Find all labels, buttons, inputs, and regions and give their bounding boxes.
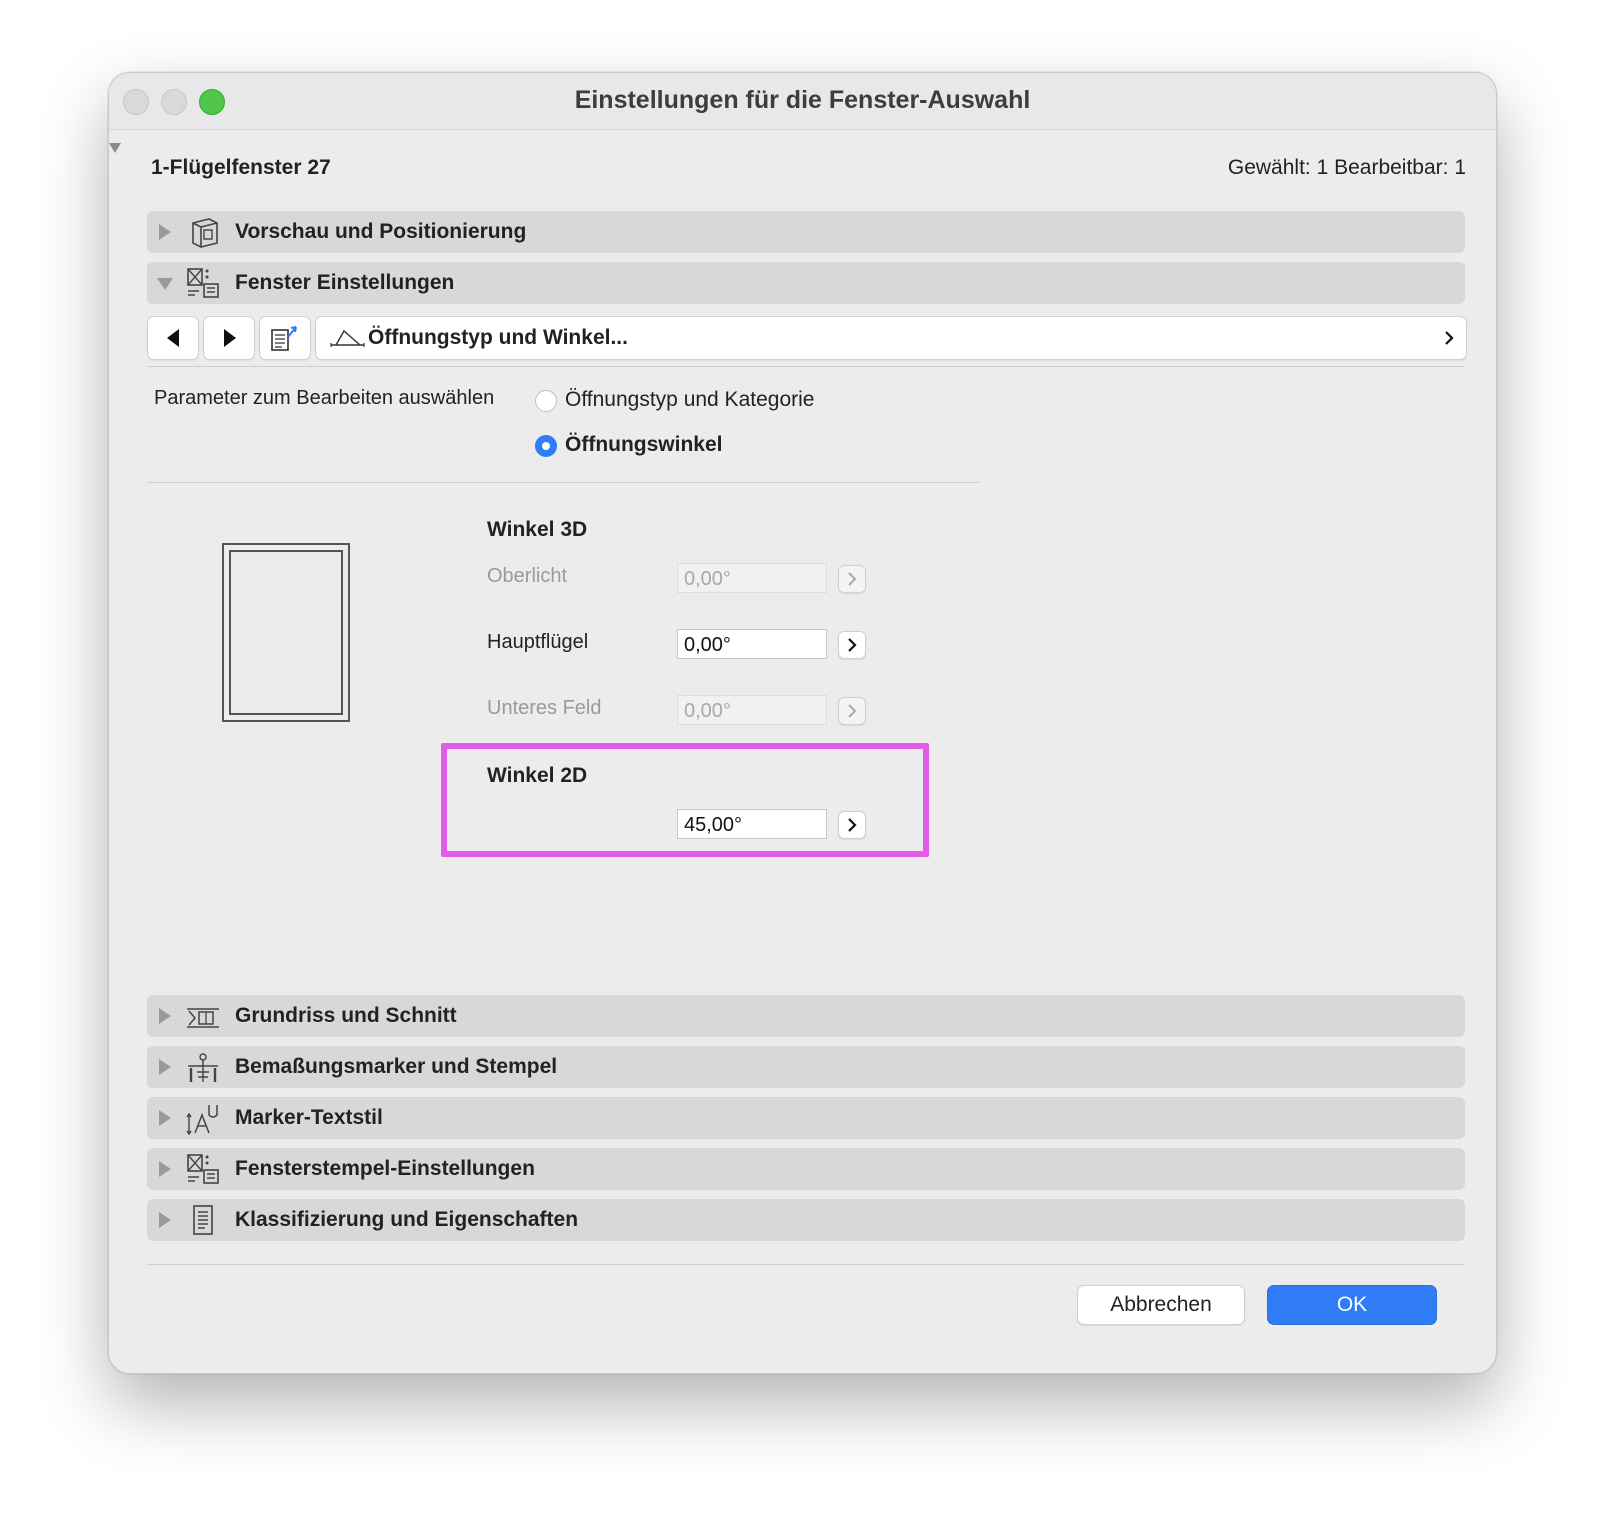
panel-label: Vorschau und Positionierung [235,220,527,243]
panel-dimension-markers[interactable]: Bemaßungsmarker und Stempel [147,1046,1465,1088]
page-list-button[interactable] [259,316,311,360]
previous-page-button[interactable] [147,316,199,360]
triangle-right-icon [224,329,236,347]
cancel-button[interactable]: Abbrechen [1077,1285,1245,1325]
triangle-left-icon [167,329,179,347]
chevron-right-icon [1445,331,1454,345]
dimension-marker-icon [188,1053,218,1082]
page-navigation: Öffnungstyp und Winkel... [147,316,1467,360]
disclosure-triangle-icon[interactable] [159,1008,171,1024]
disclosure-triangle-icon[interactable] [157,278,173,290]
settings-dialog: Einstellungen für die Fenster-Auswahl 1-… [108,72,1497,1374]
radio-opening-type-category[interactable] [535,390,557,412]
element-name: 1-Flügelfenster 27 [151,156,331,179]
angle-2d-button[interactable] [838,811,866,839]
text-style-icon [186,1105,218,1135]
panel-label: Klassifizierung und Eigenschaften [235,1208,579,1231]
field-label-main-sash: Hauptflügel [487,631,589,653]
radio-label-opening-type-category[interactable]: Öffnungstyp und Kategorie [565,388,814,412]
disclosure-triangle-icon[interactable] [159,1059,171,1075]
field-label-lower-panel: Unteres Feld [487,697,602,719]
panel-label: Grundriss und Schnitt [235,1004,457,1027]
divider [147,482,980,483]
panel-classification-properties[interactable]: Klassifizierung und Eigenschaften [147,1199,1465,1241]
ok-button[interactable]: OK [1267,1285,1437,1325]
chevron-right-icon [848,638,857,652]
panel-label: Fensterstempel-Einstellungen [235,1157,535,1180]
divider [147,1264,1465,1265]
chevron-right-icon [848,818,857,832]
panel-preview-positioning[interactable]: Vorschau und Positionierung [147,211,1465,253]
main-sash-angle-input[interactable]: 0,00° [677,629,827,659]
disclosure-triangle-icon[interactable] [159,1161,171,1177]
top-light-angle-input: 0,00° [677,563,827,593]
window-settings-icon [187,268,219,298]
divider [147,366,1465,367]
disclosure-triangle-icon[interactable] [159,224,171,240]
cube-preview-icon [192,218,218,248]
window-preview [222,543,350,722]
field-label-top-light: Oberlicht [487,565,568,587]
page-list-icon [271,326,297,351]
panel-floorplan-section[interactable]: Grundriss und Schnitt [147,995,1465,1037]
window-stamp-icon [187,1154,219,1184]
angle-3d-title: Winkel 3D [487,518,588,541]
param-select-label: Parameter zum Bearbeiten auswählen [154,387,495,409]
disclosure-triangle-icon[interactable] [159,1110,171,1126]
page-selector[interactable]: Öffnungstyp und Winkel... [315,316,1467,360]
main-sash-angle-button[interactable] [838,631,866,659]
angle-2d-title: Winkel 2D [487,764,588,787]
panel-label: Marker-Textstil [235,1106,383,1129]
opening-angle-icon [330,329,365,347]
radio-opening-angle[interactable] [535,435,557,457]
window-preview-frame [229,550,343,715]
selection-info: Gewählt: 1 Bearbeitbar: 1 [1227,156,1466,179]
next-page-button[interactable] [203,316,255,360]
panel-label: Fenster Einstellungen [235,271,455,294]
window-title: Einstellungen für die Fenster-Auswahl [574,86,1031,114]
top-light-angle-button [838,565,866,593]
floorplan-section-icon [187,1008,219,1028]
angle-2d-input[interactable]: 45,00° [677,809,827,839]
chevron-right-icon [848,704,857,718]
panel-marker-text-style[interactable]: Marker-Textstil [147,1097,1465,1139]
disclosure-triangle-icon[interactable] [159,1212,171,1228]
collapse-arrow-icon[interactable] [109,143,121,153]
panel-window-settings[interactable]: Fenster Einstellungen [147,262,1465,304]
title-bar: Einstellungen für die Fenster-Auswahl [109,73,1496,130]
lower-panel-angle-input: 0,00° [677,695,827,725]
panel-window-stamp-settings[interactable]: Fensterstempel-Einstellungen [147,1148,1465,1190]
chevron-right-icon [848,572,857,586]
lower-panel-angle-button [838,697,866,725]
document-list-icon [193,1205,213,1235]
radio-label-opening-angle[interactable]: Öffnungswinkel [565,433,723,457]
panel-label: Bemaßungsmarker und Stempel [235,1055,558,1078]
page-selector-label: Öffnungstyp und Winkel... [368,326,628,349]
